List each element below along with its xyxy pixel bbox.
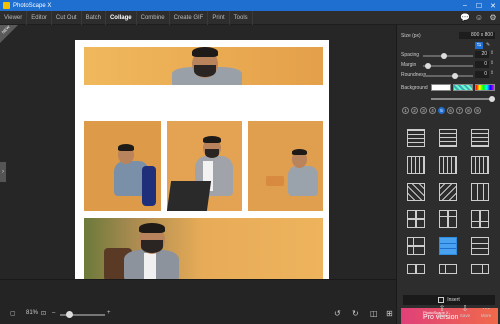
layout-option[interactable] [439, 210, 457, 228]
roundness-slider[interactable] [423, 75, 473, 77]
spacing-value[interactable]: 20 [475, 51, 489, 58]
roundness-value[interactable]: 0 [475, 71, 489, 78]
link-icon[interactable]: ⇆ [475, 42, 483, 49]
collage-cell-5[interactable] [84, 218, 323, 281]
layout-option[interactable] [407, 156, 425, 174]
layout-count-4[interactable]: 4 [429, 107, 436, 114]
user-icon[interactable]: ☺ [472, 11, 486, 25]
layout-count-9[interactable]: 9 [474, 107, 481, 114]
tab-combine[interactable]: Combine [137, 10, 170, 25]
more-icon: ⋯ [482, 304, 490, 313]
background-opacity-slider[interactable] [431, 98, 491, 100]
layout-option[interactable] [471, 264, 489, 274]
spacing-stepper-icon[interactable]: ⇕ [490, 50, 494, 56]
spacing-slider[interactable] [423, 55, 473, 57]
layout-option[interactable] [407, 183, 425, 201]
layout-option[interactable] [471, 156, 489, 174]
menu-bar: Viewer Editor Cut Out Batch Collage Comb… [0, 10, 500, 25]
layout-option[interactable] [407, 264, 425, 274]
layout-option[interactable] [407, 210, 425, 228]
layout-option[interactable] [471, 237, 489, 255]
background-pattern-swatch[interactable] [453, 84, 473, 91]
minimize-icon[interactable]: – [458, 0, 472, 11]
tab-viewer[interactable]: Viewer [0, 10, 28, 25]
insert-icon [438, 297, 445, 303]
roundness-slider-handle[interactable] [452, 73, 458, 79]
crop-icon[interactable]: ⊞ [386, 309, 393, 318]
roundness-stepper-icon[interactable]: ⇕ [490, 70, 494, 76]
fit-icon[interactable]: ⊡ [41, 310, 46, 317]
title-bar: PhotoScape X – ☐ ✕ [0, 0, 500, 11]
tab-cut-out[interactable]: Cut Out [52, 10, 82, 25]
collage-cell-2[interactable] [84, 121, 161, 211]
background-opacity-handle[interactable] [489, 96, 495, 102]
edit-size-icon[interactable]: ✎ [486, 42, 494, 49]
collage-settings-panel: Size (px) 800 x 800 ⇆ ✎ Spacing 20 ⇕ Mar… [396, 25, 500, 324]
close-icon[interactable]: ✕ [486, 0, 500, 11]
tab-tools[interactable]: Tools [230, 10, 253, 25]
maximize-icon[interactable]: ☐ [472, 0, 486, 11]
bottom-toolbar: ▢ 81% ⊡ – + ↺ ↻ ◫ ⊞ [0, 279, 396, 324]
layout-option[interactable] [439, 264, 457, 274]
window-title: PhotoScape X [13, 2, 52, 9]
size-field[interactable]: 800 x 800 [459, 32, 495, 39]
gear-icon[interactable]: ⚙ [486, 11, 500, 25]
app-icon [3, 2, 10, 9]
layout-option[interactable] [439, 129, 457, 147]
layout-count-1[interactable]: 1 [402, 107, 409, 114]
open-icon: ⇪ [438, 304, 446, 313]
save-button[interactable]: ⇩ Save [455, 304, 475, 318]
layout-count-6[interactable]: 6 [447, 107, 454, 114]
expand-left-icon[interactable]: › [0, 162, 6, 182]
layout-grid [403, 129, 495, 289]
size-label: Size (px) [401, 33, 421, 39]
collage-board[interactable] [75, 40, 329, 288]
layout-count-2[interactable]: 2 [411, 107, 418, 114]
chat-icon[interactable]: 💬 [458, 11, 472, 25]
zoom-in-icon[interactable]: + [107, 310, 111, 316]
margin-slider-handle[interactable] [425, 63, 431, 69]
tab-create-gif[interactable]: Create GIF [170, 10, 209, 25]
collage-cell-3[interactable] [167, 121, 242, 211]
layout-count-8[interactable]: 8 [465, 107, 472, 114]
collage-cell-4[interactable] [248, 121, 323, 211]
layout-option[interactable] [407, 237, 425, 255]
layout-option[interactable] [439, 183, 457, 201]
layout-option[interactable] [439, 156, 457, 174]
margin-value[interactable]: 0 [475, 61, 489, 68]
spacing-label: Spacing [401, 52, 420, 58]
tab-print[interactable]: Print [208, 10, 230, 25]
layout-option[interactable] [471, 210, 489, 228]
open-button[interactable]: ⇪ Open [432, 304, 452, 318]
collage-cell-1[interactable] [84, 47, 323, 85]
layout-option[interactable] [471, 183, 489, 201]
margin-label: Margin [401, 62, 417, 68]
more-button[interactable]: ⋯ More [476, 304, 496, 318]
zoom-out-icon[interactable]: – [52, 310, 55, 316]
rotate-right-icon[interactable]: ↻ [352, 309, 359, 318]
background-label: Background [401, 85, 428, 91]
spacing-slider-handle[interactable] [441, 53, 447, 59]
tab-batch[interactable]: Batch [82, 10, 106, 25]
panel-toggle-icon[interactable]: ▢ [10, 310, 16, 317]
tab-editor[interactable]: Editor [27, 10, 52, 25]
margin-stepper-icon[interactable]: ⇕ [490, 60, 494, 66]
rotate-left-icon[interactable]: ↺ [334, 309, 341, 318]
layout-option-selected[interactable] [439, 237, 457, 255]
flip-icon[interactable]: ◫ [370, 309, 378, 318]
layout-count-7[interactable]: 7 [456, 107, 463, 114]
new-badge: NEW [0, 24, 18, 43]
zoom-slider-handle[interactable] [66, 311, 73, 318]
background-color-swatch[interactable] [431, 84, 451, 91]
background-gradient-swatch[interactable] [475, 84, 495, 91]
zoom-level: 81% [26, 310, 39, 316]
layout-option[interactable] [407, 129, 425, 147]
layout-count-3[interactable]: 3 [420, 107, 427, 114]
tab-collage[interactable]: Collage [106, 10, 137, 25]
layout-count-5[interactable]: 5 [438, 107, 445, 114]
layout-option[interactable] [471, 129, 489, 147]
save-icon: ⇩ [461, 304, 469, 313]
